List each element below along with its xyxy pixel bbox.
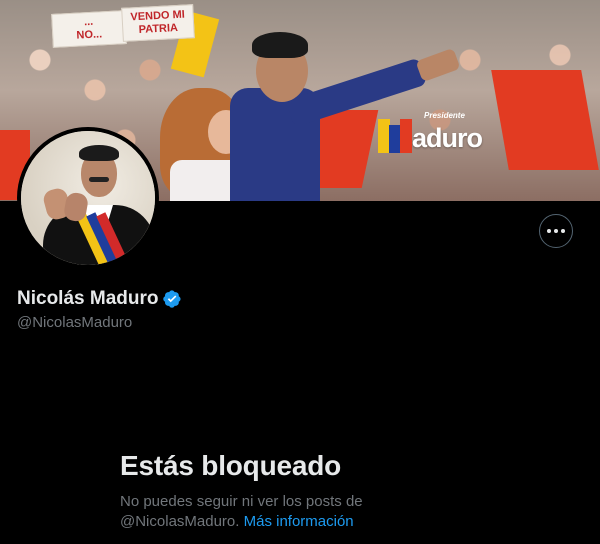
more-options-button[interactable] [539, 214, 573, 248]
blocked-title: Estás bloqueado [120, 450, 342, 481]
blocked-message-handle: @NicolasMaduro. [120, 513, 240, 530]
banner-brand-small-text: Presidente [424, 111, 465, 120]
blocked-message: No puedes seguir ni ver los posts de @Ni… [120, 492, 420, 532]
display-name: Nicolás Maduro [17, 288, 159, 309]
profile-avatar[interactable] [17, 127, 159, 269]
banner-man-hair [252, 32, 308, 58]
banner-flag-red-right [491, 70, 599, 170]
avatar-mustache [89, 177, 109, 182]
avatar-hair [79, 145, 119, 161]
banner-brand-logo: Presidente aduro [378, 111, 483, 153]
banner-brand-m-mark [378, 119, 412, 153]
banner-sign-2: VENDO MI PATRIA [121, 4, 195, 42]
banner-brand-word: aduro [412, 123, 483, 153]
blocked-message-line1: No puedes seguir ni ver los posts de [120, 493, 363, 510]
profile-handle: @NicolasMaduro [17, 314, 133, 331]
verified-badge-icon[interactable] [162, 289, 182, 309]
profile-name-row: Nicolás Maduro [17, 288, 182, 310]
more-horizontal-icon [547, 229, 565, 233]
banner-sign-1: ... NO... [51, 10, 127, 48]
learn-more-link[interactable]: Más información [244, 513, 354, 530]
